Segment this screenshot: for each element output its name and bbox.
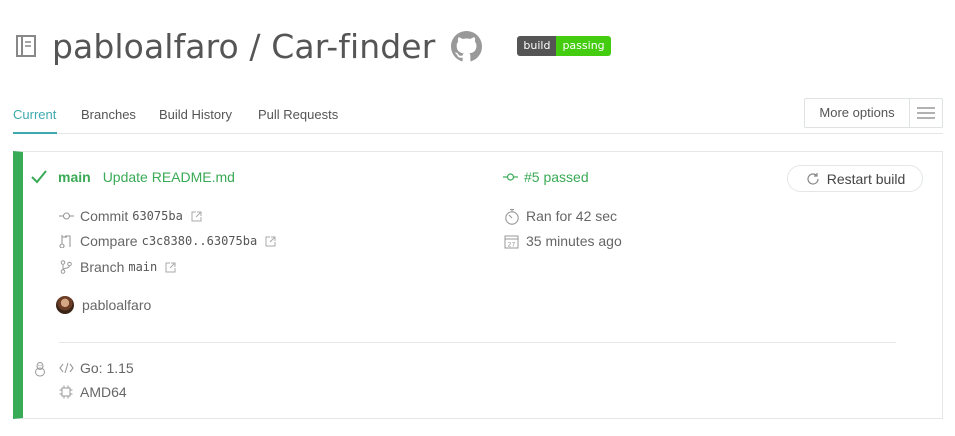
svg-text:27: 27 <box>508 241 516 248</box>
external-link-icon[interactable] <box>165 262 176 273</box>
language-version: Go: 1.15 <box>80 360 134 376</box>
build-summary-row: main Update README.md <box>30 169 235 185</box>
compare-icon <box>58 233 74 249</box>
linux-icon <box>32 361 48 377</box>
repo-title[interactable]: pabloalfaro / Car-finder <box>52 27 435 66</box>
checkmark-icon <box>30 169 48 185</box>
more-options-button[interactable]: More options <box>804 98 943 128</box>
language-row: Go: 1.15 <box>58 360 134 376</box>
tab-current[interactable]: Current <box>13 107 56 122</box>
external-link-icon[interactable] <box>191 211 202 222</box>
branch-label: Branch <box>80 259 125 275</box>
hamburger-icon <box>910 99 942 127</box>
compare-row: Compare c3c8380..63075ba <box>58 233 276 249</box>
arch-row: AMD64 <box>58 384 127 400</box>
compare-range[interactable]: c3c8380..63075ba <box>142 234 258 248</box>
commit-row: Commit 63075ba <box>58 208 202 224</box>
commit-label: Commit <box>80 208 129 224</box>
divider <box>59 342 896 343</box>
restart-icon <box>805 171 821 187</box>
build-number-row: #5 passed <box>503 169 589 185</box>
tab-pull-requests[interactable]: Pull Requests <box>258 107 338 122</box>
commit-sha[interactable]: 63075ba <box>132 209 183 223</box>
stopwatch-icon <box>503 208 520 225</box>
tab-build-history[interactable]: Build History <box>159 107 232 122</box>
branch-icon <box>58 259 74 275</box>
branch-value[interactable]: main <box>128 260 157 274</box>
build-status-badge[interactable]: build passing <box>517 36 611 56</box>
active-tab-indicator <box>13 132 57 134</box>
commit-icon <box>58 208 74 224</box>
badge-label: build <box>517 36 557 56</box>
restart-build-label: Restart build <box>826 170 906 187</box>
external-link-icon[interactable] <box>265 236 276 247</box>
calendar-icon: 27 <box>503 233 520 249</box>
author-row: pabloalfaro <box>56 296 151 314</box>
tab-branches[interactable]: Branches <box>81 107 136 122</box>
repo-book-icon <box>13 33 39 59</box>
build-duration: Ran for 42 sec <box>526 208 618 224</box>
branch-name[interactable]: main <box>58 169 91 185</box>
repo-header: pabloalfaro / Car-finder build passing <box>13 24 611 68</box>
commit-message[interactable]: Update README.md <box>103 169 235 185</box>
restart-build-button[interactable]: Restart build <box>787 165 923 192</box>
cpu-icon <box>58 384 74 400</box>
build-finished: 35 minutes ago <box>526 233 622 249</box>
author-name[interactable]: pabloalfaro <box>82 297 151 313</box>
code-icon <box>58 360 74 376</box>
os-row <box>32 361 54 377</box>
finished-row: 27 35 minutes ago <box>503 233 622 249</box>
compare-label: Compare <box>80 233 138 249</box>
build-number[interactable]: #5 passed <box>524 169 589 185</box>
github-icon[interactable] <box>451 30 483 62</box>
branch-row: Branch main <box>58 259 176 275</box>
duration-row: Ran for 42 sec <box>503 208 618 225</box>
more-options-label: More options <box>805 99 910 127</box>
commit-node-icon <box>503 169 518 185</box>
architecture: AMD64 <box>80 384 127 400</box>
avatar <box>56 296 74 314</box>
badge-status: passing <box>556 36 611 56</box>
